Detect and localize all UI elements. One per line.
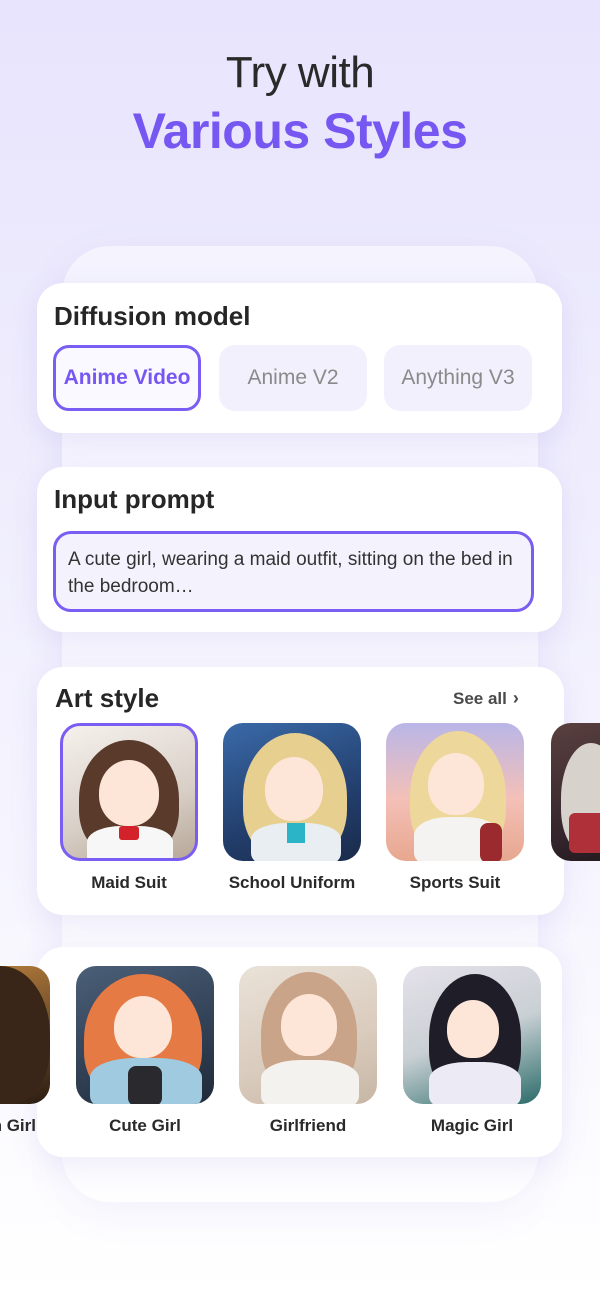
style-thumbnail	[386, 723, 524, 861]
style-item-magic-girl[interactable]: Magic Girl	[403, 966, 541, 1135]
style-item-partial[interactable]: Me	[551, 723, 600, 861]
diffusion-model-title: Diffusion model	[54, 301, 251, 331]
model-option-label: Anything V3	[401, 366, 515, 389]
diffusion-model-card: Diffusion model Anime Video Anime V2 Any…	[37, 283, 562, 433]
style-item-partial-left[interactable]: n Girl	[0, 966, 50, 1166]
headline-try-with: Try with	[225, 48, 375, 97]
style-item-cute-girl[interactable]: Cute Girl	[76, 966, 214, 1135]
model-option-label: Anime Video	[63, 366, 191, 389]
model-option-anime-v2[interactable]: Anime V2	[219, 345, 367, 411]
model-option-anything-v3[interactable]: Anything V3	[384, 345, 532, 411]
style-label: School Uniform	[228, 873, 356, 892]
see-all-link[interactable]: See all ›	[453, 688, 519, 709]
style-label: n Girl	[0, 1116, 36, 1135]
headline-various-styles: Various Styles	[132, 103, 468, 159]
style-thumbnail	[239, 966, 377, 1104]
style-thumbnail	[223, 723, 361, 861]
chevron-right-icon: ›	[512, 688, 519, 708]
style-item-sports-suit[interactable]: Sports Suit	[386, 723, 524, 892]
style-thumbnail	[76, 966, 214, 1104]
style-item-girlfriend[interactable]: Girlfriend	[239, 966, 377, 1135]
see-all-label: See all	[453, 688, 507, 708]
input-prompt-card: Input prompt A cute girl, wearing a maid…	[37, 467, 562, 632]
art-style-title: Art style	[55, 683, 160, 713]
style-thumbnail	[0, 966, 50, 1104]
model-option-label: Anime V2	[247, 366, 339, 389]
style-thumbnail	[551, 723, 600, 861]
style-label: Girlfriend	[269, 1116, 347, 1135]
style-label: Maid Suit	[91, 873, 167, 892]
model-option-anime-video[interactable]: Anime Video	[53, 345, 201, 411]
prompt-input[interactable]: A cute girl, wearing a maid outfit, sitt…	[53, 531, 534, 612]
style-label: Sports Suit	[409, 873, 501, 892]
input-prompt-title: Input prompt	[54, 484, 215, 514]
style-label: Cute Girl	[109, 1116, 181, 1135]
style-thumbnail	[60, 723, 198, 861]
style-item-school-uniform[interactable]: School Uniform	[223, 723, 361, 892]
style-thumbnail	[403, 966, 541, 1104]
style-label: Magic Girl	[430, 1116, 514, 1135]
style-item-maid-suit[interactable]: Maid Suit	[60, 723, 198, 892]
art-style-card: Art style See all › Maid Suit School Uni…	[37, 667, 600, 915]
